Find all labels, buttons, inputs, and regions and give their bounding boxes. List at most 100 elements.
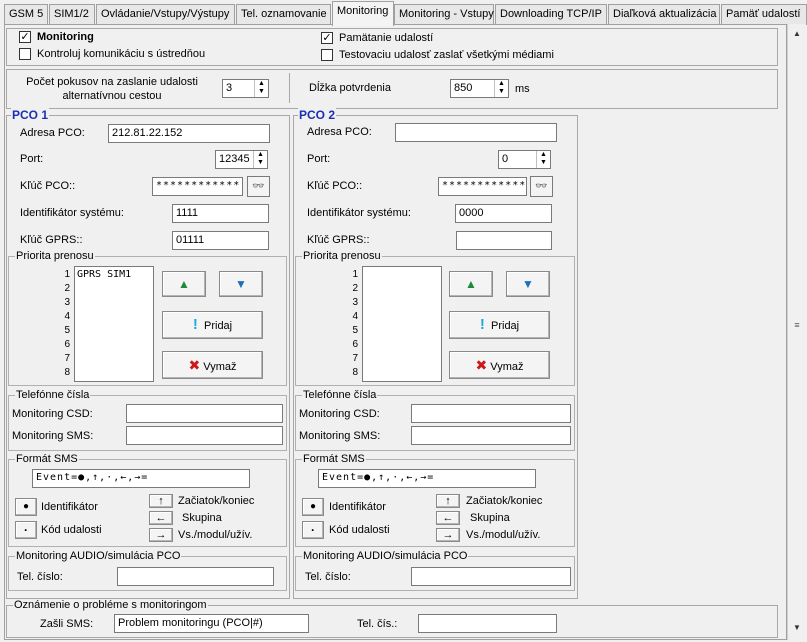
pco1-delete-button[interactable]: ✖ Vymaž: [162, 351, 263, 379]
pco2-port-spinner[interactable]: 0 ▲ ▼: [498, 150, 551, 169]
pco1-down-button[interactable]: ▼: [219, 271, 263, 297]
pco2-sms-input[interactable]: [411, 426, 571, 445]
pco1-key-input[interactable]: ************: [152, 177, 243, 196]
tab-dialkova[interactable]: Diaľková aktualizácia: [608, 4, 720, 25]
pco2-down-button[interactable]: ▼: [506, 271, 550, 297]
tab-monitoring[interactable]: Monitoring: [332, 1, 394, 26]
pco2-kod-button[interactable]: ·: [302, 521, 324, 539]
spin-up-icon[interactable]: ▲: [254, 151, 267, 159]
tab-tel-oznamovanie[interactable]: Tel. oznamovanie: [236, 4, 331, 25]
pco1-gprs-label: Kľúč GPRS::: [20, 234, 83, 246]
attempts-spinner[interactable]: 3 ▲ ▼: [222, 79, 269, 98]
spin-down-icon[interactable]: ▼: [254, 159, 267, 167]
problem-sms-label: Zašli SMS:: [40, 618, 94, 630]
priority-number: 8: [64, 367, 70, 378]
pco1-kod-button[interactable]: ·: [15, 521, 37, 539]
pco2-priority-list[interactable]: [362, 266, 442, 382]
pco1-sysid-input[interactable]: 1111: [172, 204, 269, 223]
dot-icon: ●: [22, 501, 30, 512]
pco2-delete-button[interactable]: ✖ Vymaž: [449, 351, 550, 379]
pco1-format-input[interactable]: Event=●,↑,·,←,→=: [32, 469, 250, 488]
pco1-port-spinner[interactable]: 12345 ▲ ▼: [215, 150, 268, 169]
pco2-csd-input[interactable]: [411, 404, 571, 423]
scroll-down-icon[interactable]: ▼: [789, 620, 805, 636]
tab-sim12[interactable]: SIM1/2: [49, 4, 95, 25]
spin-up-icon[interactable]: ▲: [537, 151, 550, 159]
priority-number: 4: [352, 311, 358, 322]
pamatanie-checkbox[interactable]: ✓: [321, 32, 333, 44]
pco2-vs-button[interactable]: →: [436, 528, 460, 542]
priority-number: 7: [352, 353, 358, 364]
pco1-sysid-label: Identifikátor systému:: [20, 207, 124, 219]
pco2-sysid-input[interactable]: 0000: [455, 204, 552, 223]
pco1-zaciatok-button[interactable]: ↑: [149, 494, 173, 508]
tab-ovladanie[interactable]: Ovládanie/Vstupy/Výstupy: [96, 4, 235, 25]
problem-tel-input[interactable]: [418, 614, 557, 633]
add-icon: !: [192, 316, 198, 333]
pco1-gprs-input[interactable]: 01111: [172, 231, 269, 250]
pco2-address-input[interactable]: [395, 123, 557, 142]
pco2-add-button[interactable]: ! Pridaj: [449, 311, 550, 339]
kontroluj-checkbox[interactable]: [19, 48, 31, 60]
tab-gsm5[interactable]: GSM 5: [4, 4, 48, 25]
pco1-add-button[interactable]: ! Pridaj: [162, 311, 263, 339]
vertical-scrollbar[interactable]: ▲ ≡ ▼: [787, 24, 805, 640]
pco2-skupina-button[interactable]: ←: [436, 511, 460, 525]
tab-pamat-udalosti[interactable]: Pamäť udalostí: [721, 4, 807, 25]
pco2-identifikator-label: Identifikátor: [329, 501, 386, 513]
pco1-sms-input[interactable]: [126, 426, 283, 445]
problem-title: Oznámenie o probléme s monitoringom: [13, 599, 208, 611]
pco2-format-input[interactable]: Event=●,↑,·,←,→=: [318, 469, 536, 488]
middot-icon: ·: [24, 523, 28, 537]
confirm-value: 850: [454, 82, 473, 94]
tab-bar: GSM 5 SIM1/2 Ovládanie/Vstupy/Výstupy Te…: [0, 0, 807, 26]
pco2-up-button[interactable]: ▲: [449, 271, 493, 297]
pco1-priority-list[interactable]: GPRS SIM1: [74, 266, 154, 382]
pco2-tel-input[interactable]: [411, 567, 571, 586]
pco1-tel-input[interactable]: [117, 567, 274, 586]
pco1-identifikator-label: Identifikátor: [41, 501, 98, 513]
attempts-label-line2: alternatívnou cestou: [62, 90, 162, 102]
pco2-gprs-input[interactable]: [456, 231, 552, 250]
priority-number: 7: [64, 353, 70, 364]
testovaciu-checkbox[interactable]: [321, 49, 333, 61]
attempts-divider: [289, 73, 290, 103]
pco1-sms-label: Monitoring SMS:: [12, 430, 94, 442]
priority-number: 1: [64, 269, 70, 280]
arrow-up-icon: ▲: [178, 277, 190, 291]
spin-down-icon[interactable]: ▼: [495, 88, 508, 96]
monitoring-label: Monitoring: [37, 31, 94, 43]
confirm-spinner[interactable]: 850 ▲ ▼: [450, 79, 509, 98]
pco2-key-input[interactable]: ************: [438, 177, 527, 196]
pco2-format-title: Formát SMS: [302, 453, 366, 465]
spin-down-icon[interactable]: ▼: [537, 159, 550, 167]
pco1-address-input[interactable]: 212.81.22.152: [108, 124, 270, 143]
pco2-zaciatok-button[interactable]: ↑: [436, 494, 460, 508]
spin-down-icon[interactable]: ▼: [255, 88, 268, 96]
spin-up-icon[interactable]: ▲: [255, 80, 268, 88]
spin-up-icon[interactable]: ▲: [495, 80, 508, 88]
pco1-csd-input[interactable]: [126, 404, 283, 423]
priority-number: 8: [352, 367, 358, 378]
monitoring-checkbox[interactable]: ✓: [19, 31, 31, 43]
pco1-show-key-icon[interactable]: 👓: [247, 176, 270, 197]
pco1-skupina-button[interactable]: ←: [149, 511, 173, 525]
scroll-up-icon[interactable]: ▲: [789, 26, 805, 42]
pco1-vs-label: Vs./modul/užív.: [178, 529, 253, 541]
tab-monitoring-vstupy[interactable]: Monitoring - Vstupy: [394, 4, 494, 25]
pco1-vs-button[interactable]: →: [149, 528, 173, 542]
pco1-identifikator-button[interactable]: ●: [15, 498, 37, 516]
pco1-up-button[interactable]: ▲: [162, 271, 206, 297]
scroll-thumb[interactable]: ≡: [790, 320, 804, 330]
priority-number: 3: [64, 297, 70, 308]
pco2-identifikator-button[interactable]: ●: [302, 498, 324, 516]
problem-sms-input[interactable]: Problem monitoringu (PCO|#): [114, 614, 309, 633]
pco2-show-key-icon[interactable]: 👓: [530, 176, 553, 197]
priority-number: 2: [352, 283, 358, 294]
list-item[interactable]: GPRS SIM1: [77, 269, 151, 280]
tab-downloading[interactable]: Downloading TCP/IP: [495, 4, 607, 25]
pco1-format-title: Formát SMS: [15, 453, 79, 465]
pco1-tel-label: Tel. číslo:: [17, 571, 63, 583]
pco1-audio-title: Monitoring AUDIO/simulácia PCO: [15, 550, 182, 562]
pco1-add-label: Pridaj: [204, 320, 233, 332]
